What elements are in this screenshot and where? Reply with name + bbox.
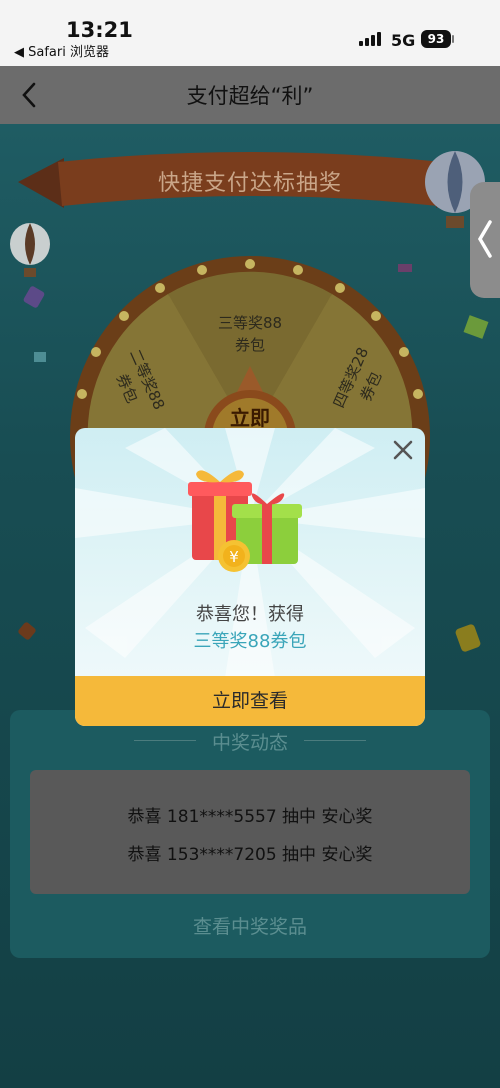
balloon-icon <box>10 223 50 277</box>
signal-icon <box>359 32 383 46</box>
view-now-button[interactable]: 立即查看 <box>75 676 425 726</box>
prize-name: 三等奖88券包 <box>193 631 307 652</box>
spin-button[interactable]: 立即 <box>208 402 292 431</box>
winners-title: 中奖动态 <box>211 732 288 754</box>
gift-box-icon: ¥ <box>188 470 302 572</box>
winners-list <box>30 770 470 894</box>
page-title: 支付超给“利” <box>186 84 314 108</box>
confetti <box>398 264 412 272</box>
congrats-text: 恭喜您！获得 <box>196 604 304 625</box>
winner-row: 恭喜 181****5557 抽中 安心奖 <box>127 807 373 827</box>
view-prizes-link[interactable]: 查看中奖奖品 <box>0 912 500 939</box>
battery-tip <box>452 35 454 43</box>
svg-text:¥: ¥ <box>229 548 239 566</box>
close-icon[interactable] <box>389 436 417 464</box>
confetti <box>34 352 46 362</box>
status-time: 13:21 <box>66 18 133 42</box>
battery-icon: 93 <box>421 30 451 48</box>
winner-row: 恭喜 153****7205 抽中 安心奖 <box>127 845 373 865</box>
wheel-prize-3: 三等奖88 券包 <box>217 314 283 354</box>
network-type: 5G <box>391 31 416 50</box>
back-to-app-link[interactable]: ◀ Safari 浏览器 <box>14 41 109 60</box>
chevron-left-icon <box>477 220 492 258</box>
